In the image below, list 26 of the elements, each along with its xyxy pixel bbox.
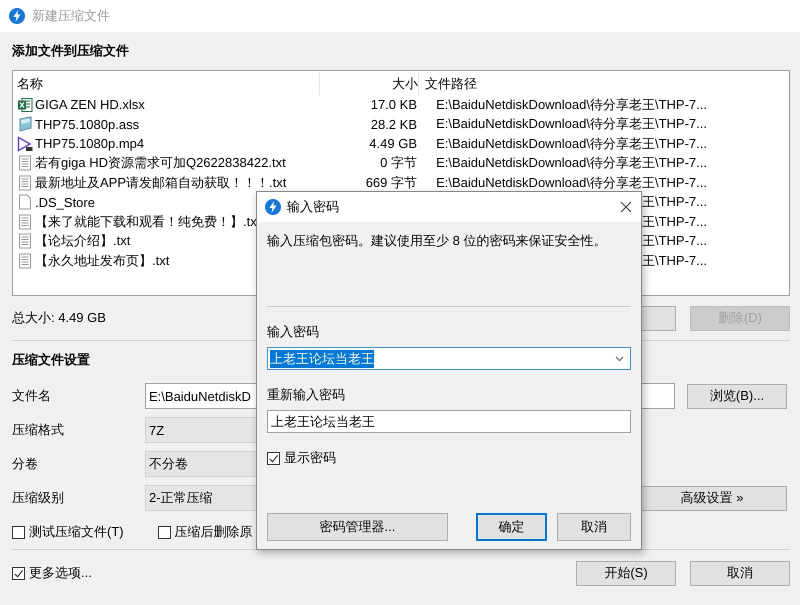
file-size: 28.2 KB <box>370 116 417 132</box>
file-size: 17.0 KB <box>370 97 417 112</box>
field-label: 文件名 <box>12 387 52 405</box>
field-label: 输入密码 <box>267 323 320 341</box>
field-label: 分卷 <box>12 455 39 473</box>
field-label: 压缩格式 <box>12 421 65 439</box>
file-path: 王\THP-7... <box>642 233 707 248</box>
file-path: E:\BaiduNetdiskDownload\待分享老王\THP-7... <box>436 96 707 112</box>
dialog-title: 输入密码 <box>287 198 339 216</box>
file-size: 669 字节 <box>366 174 417 190</box>
field-label: 压缩级别 <box>12 489 65 507</box>
file-path: 王\THP-7... <box>642 194 707 210</box>
file-size: 0 字节 <box>380 155 417 170</box>
section-title: 压缩文件设置 <box>12 351 90 369</box>
total-size: 总大小: 4.49 GB <box>12 309 106 327</box>
section-title: 添加文件到压缩文件 <box>12 42 129 60</box>
field-label: 重新输入密码 <box>267 386 346 404</box>
window-title: 新建压缩文件 <box>32 7 110 25</box>
dialog-description: 输入压缩包密码。建议使用至少 8 位的密码来保证安全性。 <box>267 232 608 250</box>
file-path: E:\BaiduNetdiskDownload\待分享老王\THP-7... <box>436 136 707 151</box>
file-size: 4.49 GB <box>369 136 417 152</box>
file-path: 王\THP-7... <box>642 214 707 229</box>
file-path: E:\BaiduNetdiskDownload\待分享老王\THP-7... <box>436 174 707 190</box>
file-path: E:\BaiduNetdiskDownload\待分享老王\THP-7... <box>436 116 707 132</box>
file-path: 王\THP-7... <box>642 252 707 268</box>
file-path: E:\BaiduNetdiskDownload\待分享老王\THP-7... <box>436 155 707 170</box>
